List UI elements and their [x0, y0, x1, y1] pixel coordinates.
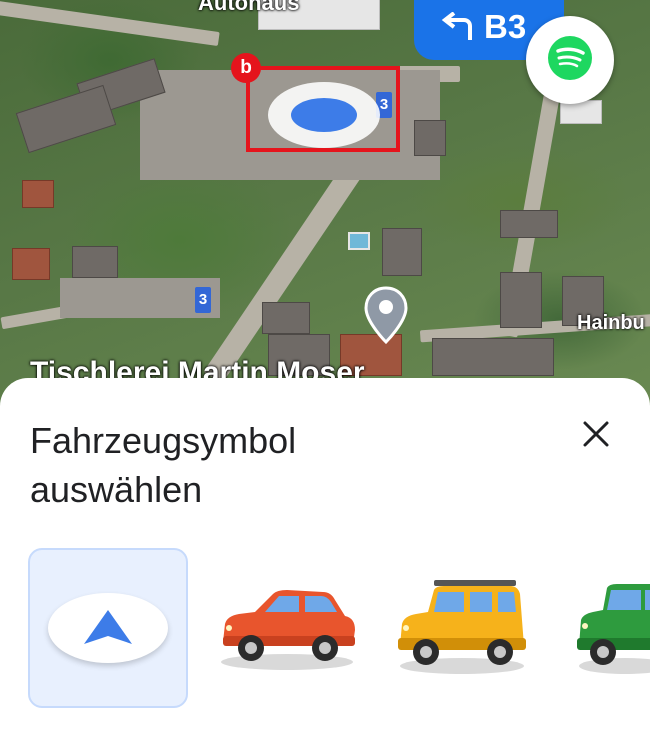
building [15, 84, 117, 154]
turn-left-arrow-icon [440, 12, 474, 42]
building [432, 338, 554, 376]
vehicle-option-yellow-suv[interactable] [392, 548, 532, 708]
map-pin-icon[interactable] [364, 286, 408, 349]
vehicle-options [0, 548, 650, 712]
road-name: B3 [484, 8, 527, 45]
yellow-suv-icon [394, 576, 530, 681]
navigation-arrow-icon [48, 593, 168, 663]
vehicle-option-green-jeep[interactable] [570, 548, 650, 708]
red-car-icon [215, 580, 359, 677]
place-label[interactable]: Autohaus [198, 0, 299, 16]
road [0, 0, 220, 47]
spotify-button[interactable] [526, 16, 614, 104]
building [382, 228, 422, 276]
map-view[interactable]: 3 3 Autohaus Hainbu Tischlerei Martin Mo… [0, 0, 650, 420]
route-shield: 3 [195, 287, 211, 313]
annotation-label: b [231, 53, 261, 83]
green-jeep-icon [575, 576, 650, 681]
swimming-pool [348, 232, 370, 250]
building [12, 248, 50, 280]
building [72, 246, 118, 278]
sheet-title: Fahrzeugsymbol auswählen [30, 420, 297, 510]
annotation-bounding-box [246, 66, 400, 152]
vehicle-option-arrow[interactable] [28, 548, 188, 708]
close-button[interactable] [574, 414, 618, 458]
building [414, 120, 446, 156]
vehicle-picker-sheet: Fahrzeugsymbol auswählen [0, 378, 650, 736]
vehicle-option-red-car[interactable] [212, 548, 362, 708]
spotify-icon [547, 35, 593, 86]
building [22, 180, 54, 208]
building [500, 210, 558, 238]
building [262, 302, 310, 334]
close-icon [582, 420, 610, 453]
building [500, 272, 542, 328]
street-label: Hainbu [577, 312, 645, 334]
